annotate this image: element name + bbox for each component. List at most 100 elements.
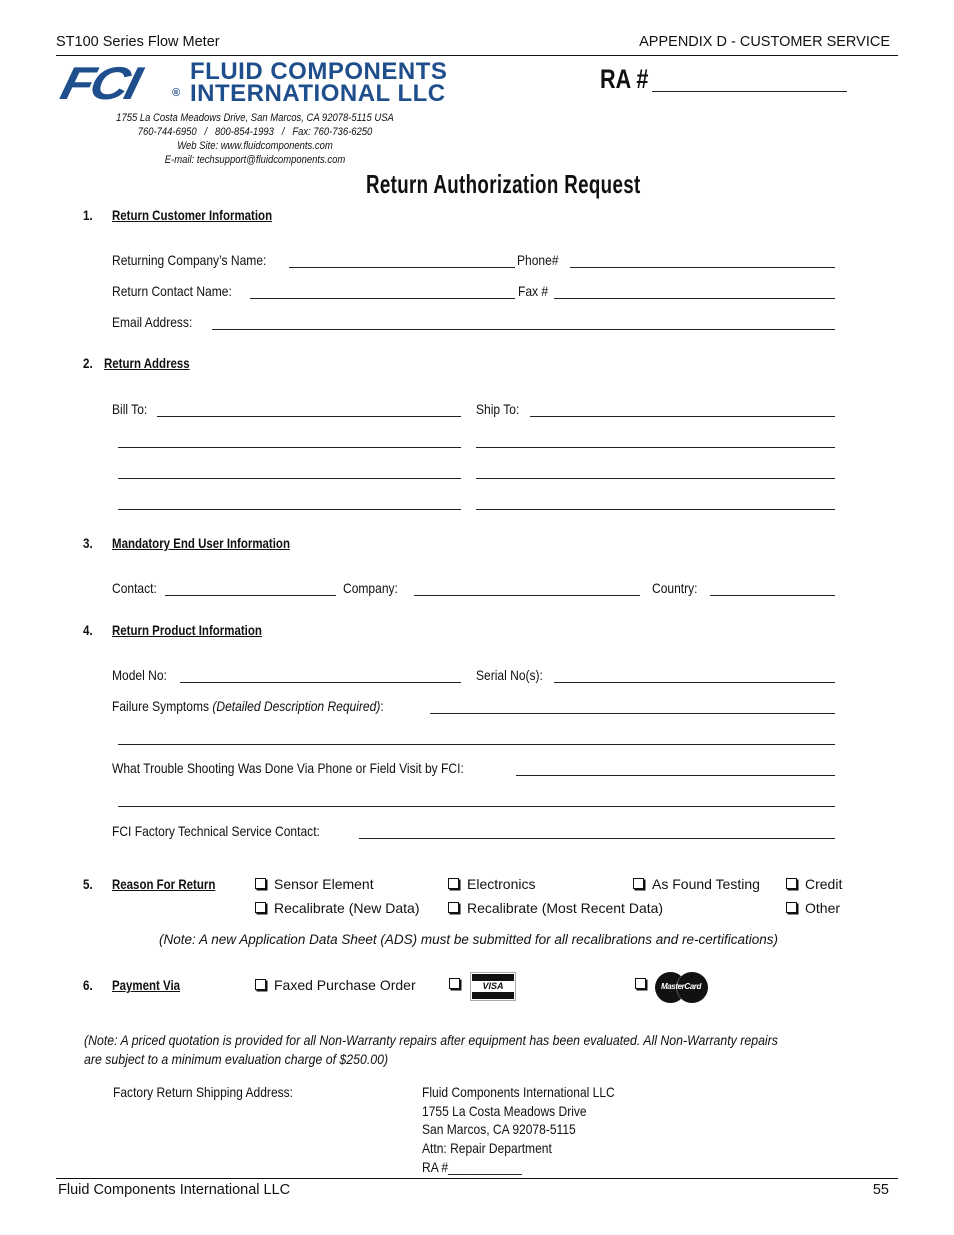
option-label: Recalibrate (New Data): [274, 900, 420, 916]
checkbox-icon[interactable]: [786, 877, 797, 889]
troubleshooting-field-2[interactable]: [118, 806, 835, 807]
shipping-address-line-3: San Marcos, CA 92078-5115: [422, 1121, 576, 1137]
section-3-number: 3.: [83, 536, 93, 551]
email-field[interactable]: [212, 329, 835, 330]
ship-to-field-4[interactable]: [476, 509, 835, 510]
end-user-contact-field[interactable]: [165, 595, 336, 596]
troubleshooting-field-1[interactable]: [516, 775, 835, 776]
failure-symptoms-field-1[interactable]: [430, 713, 835, 714]
option-label: Credit: [805, 876, 843, 892]
company-name-field[interactable]: [289, 267, 515, 268]
reason-credit[interactable]: Credit: [786, 876, 842, 892]
payment-mastercard[interactable]: [635, 977, 654, 995]
fci-logo-mark: FCI: [55, 57, 144, 109]
section-4-number: 4.: [83, 623, 93, 638]
option-label: Recalibrate (Most Recent Data): [467, 900, 664, 916]
section-2-number: 2.: [83, 356, 93, 371]
contact-name-field[interactable]: [250, 298, 515, 299]
reason-recalibrate-recent[interactable]: Recalibrate (Most Recent Data): [448, 900, 663, 916]
bill-to-field-2[interactable]: [118, 447, 461, 448]
shipping-address-ra-line: RA #___________: [422, 1159, 522, 1175]
reason-electronics[interactable]: Electronics: [448, 876, 535, 892]
end-user-contact-label: Contact:: [112, 580, 157, 596]
payment-purchase-order[interactable]: Faxed Purchase Order: [255, 977, 416, 993]
model-no-field[interactable]: [180, 682, 461, 683]
checkbox-icon[interactable]: [255, 901, 266, 913]
checkbox-icon[interactable]: [255, 978, 266, 990]
ra-number-field[interactable]: [652, 91, 847, 92]
model-no-label: Model No:: [112, 667, 167, 683]
company-website[interactable]: Web Site: www.fluidcomponents.com: [74, 139, 435, 153]
ship-to-label: Ship To:: [476, 401, 520, 417]
header-section: APPENDIX D - CUSTOMER SERVICE: [639, 34, 890, 50]
logo-line-2: INTERNATIONAL LLC: [190, 80, 446, 107]
reason-sensor-element[interactable]: Sensor Element: [255, 876, 374, 892]
shipping-address-line-4: Attn: Repair Department: [422, 1140, 552, 1156]
fax-label: Fax #: [518, 283, 549, 299]
serial-no-field[interactable]: [554, 682, 835, 683]
ship-to-field-3[interactable]: [476, 478, 835, 479]
ship-to-field-1[interactable]: [530, 416, 835, 417]
section-6-title: Payment Via: [112, 977, 181, 993]
header-rule: [56, 55, 898, 56]
section-1-title: Return Customer Information: [112, 207, 273, 223]
checkbox-icon[interactable]: [633, 877, 644, 889]
email-label: Email Address:: [112, 314, 193, 330]
footer-rule: [56, 1178, 898, 1179]
reason-as-found-testing[interactable]: As Found Testing: [633, 876, 760, 892]
option-label: As Found Testing: [652, 876, 760, 892]
fax-field[interactable]: [554, 298, 835, 299]
visa-logo-text: VISA: [482, 981, 504, 991]
form-title: Return Authorization Request: [366, 169, 641, 199]
checkbox-icon[interactable]: [449, 978, 460, 990]
shipping-address-line-1: Fluid Components International LLC: [422, 1084, 615, 1100]
bill-to-field-4[interactable]: [118, 509, 461, 510]
ra-number-label: RA #: [600, 64, 649, 94]
bill-to-field-1[interactable]: [157, 416, 461, 417]
page-number: 55: [872, 1182, 889, 1198]
company-address: 1755 La Costa Meadows Drive, San Marcos,…: [116, 112, 394, 124]
end-user-company-field[interactable]: [414, 595, 640, 596]
failure-symptoms-field-2[interactable]: [118, 744, 835, 745]
section-2-title: Return Address: [104, 355, 190, 371]
serial-no-label: Serial No(s):: [476, 667, 543, 683]
phone-field[interactable]: [570, 267, 835, 268]
header-doc-title: ST100 Series Flow Meter: [56, 34, 220, 50]
section-5-number: 5.: [83, 877, 93, 892]
troubleshooting-label: What Trouble Shooting Was Done Via Phone…: [112, 760, 464, 776]
company-name-label: Returning Company’s Name:: [112, 252, 267, 268]
option-label: Electronics: [467, 876, 536, 892]
pricing-note-line-1: (Note: A priced quotation is provided fo…: [84, 1032, 778, 1048]
end-user-country-field[interactable]: [710, 595, 835, 596]
failure-symptoms-text: Failure Symptoms: [112, 698, 213, 714]
reason-recalibrate-new[interactable]: Recalibrate (New Data): [255, 900, 420, 916]
section-6-number: 6.: [83, 978, 93, 993]
section-1-number: 1.: [83, 208, 93, 223]
mastercard-logo-icon: MasterCard: [655, 972, 708, 1003]
checkbox-icon[interactable]: [635, 978, 646, 990]
company-email[interactable]: E-mail: techsupport@fluidcomponents.com: [74, 153, 435, 167]
option-label: Other: [805, 900, 841, 916]
shipping-address-label: Factory Return Shipping Address:: [113, 1084, 294, 1100]
tech-contact-label: FCI Factory Technical Service Contact:: [112, 823, 320, 839]
failure-symptoms-colon: :: [380, 698, 384, 714]
checkbox-icon[interactable]: [448, 901, 459, 913]
checkbox-icon[interactable]: [448, 877, 459, 889]
shipping-address-line-2: 1755 La Costa Meadows Drive: [422, 1103, 587, 1119]
section-3-title: Mandatory End User Information: [112, 535, 290, 551]
pricing-note-line-2: are subject to a minimum evaluation char…: [84, 1051, 389, 1067]
mastercard-logo-text: MasterCard: [660, 982, 702, 991]
bill-to-label: Bill To:: [112, 401, 148, 417]
reason-other[interactable]: Other: [786, 900, 840, 916]
payment-visa[interactable]: [449, 977, 468, 995]
end-user-country-label: Country:: [652, 580, 698, 596]
ship-to-field-2[interactable]: [476, 447, 835, 448]
footer-company: Fluid Components International LLC: [58, 1182, 291, 1198]
option-label: Faxed Purchase Order: [274, 977, 416, 993]
tech-contact-field[interactable]: [359, 838, 835, 839]
failure-symptoms-label: Failure Symptoms (Detailed Description R…: [112, 698, 384, 714]
option-label: Sensor Element: [274, 876, 374, 892]
bill-to-field-3[interactable]: [118, 478, 461, 479]
checkbox-icon[interactable]: [255, 877, 266, 889]
checkbox-icon[interactable]: [786, 901, 797, 913]
